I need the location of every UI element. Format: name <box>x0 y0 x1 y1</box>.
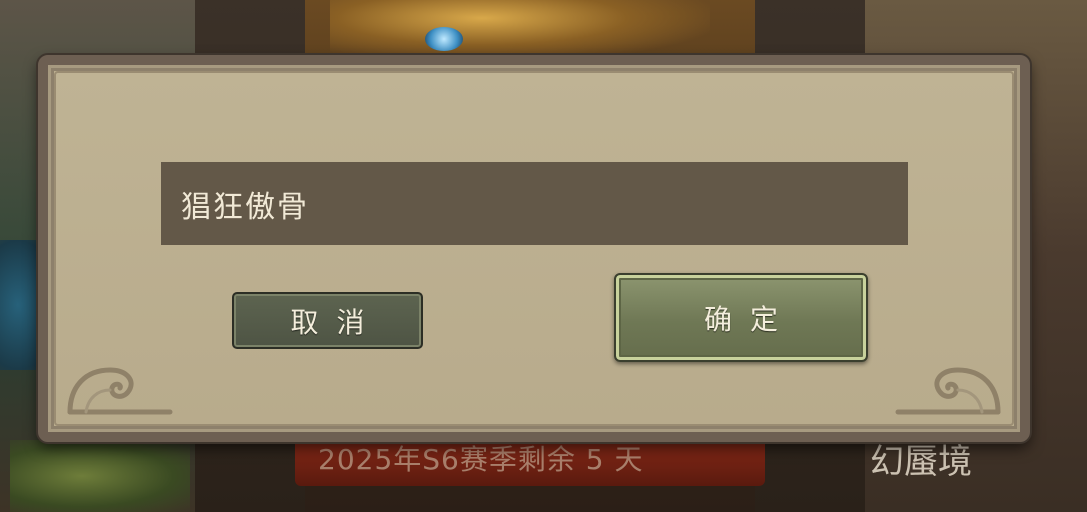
cloud-scroll-ornament-icon <box>895 367 1001 415</box>
green-armor-art <box>10 440 190 512</box>
cancel-button-label: 取消 <box>290 305 383 339</box>
confirm-button-label: 确定 <box>703 302 796 336</box>
cancel-button[interactable]: 取消 <box>232 292 423 349</box>
cloud-scroll-ornament-icon <box>67 367 173 415</box>
season-banner-text: 2025年S6赛季剩余 5 天 <box>318 443 644 476</box>
confirm-button[interactable]: 确定 <box>614 273 868 362</box>
rename-dialog <box>38 55 1030 442</box>
name-input[interactable]: 猖狂傲骨 <box>161 162 908 245</box>
mode-calligraphy: 幻蜃境 <box>870 442 972 482</box>
blue-gem-eye <box>425 27 463 51</box>
dialog-panel <box>54 71 1014 426</box>
golden-helmet-art <box>330 0 710 60</box>
name-input-value: 猖狂傲骨 <box>181 189 309 225</box>
